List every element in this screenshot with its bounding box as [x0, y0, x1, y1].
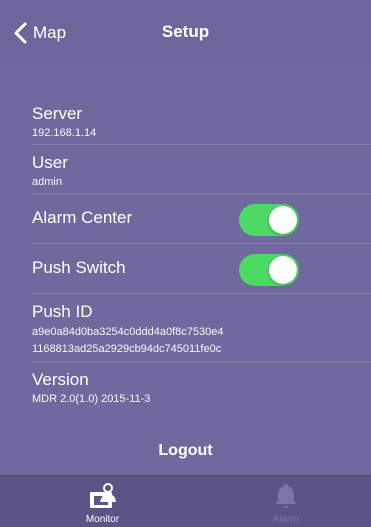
- version-label: Version: [32, 370, 89, 389]
- monitor-person-icon: [89, 483, 116, 508]
- bell-icon: [274, 484, 297, 508]
- version-row: Version MDR 2.0(1.0) 2015-11-3: [32, 362, 371, 417]
- push-id-line-1: a9e0a84d0ba3254c0ddd4a0f8c7530e4: [32, 326, 224, 338]
- user-row[interactable]: User admin: [32, 145, 371, 194]
- alarm-center-toggle[interactable]: [239, 204, 299, 236]
- tab-monitor[interactable]: Monitor: [10, 476, 195, 527]
- page-title: Setup: [161, 22, 210, 41]
- push-switch-row: Push Switch: [32, 244, 371, 294]
- push-switch-label: Push Switch: [32, 258, 126, 277]
- push-id-label: Push ID: [32, 302, 93, 321]
- section-header-spacer: [0, 64, 371, 96]
- server-row[interactable]: Server 192.168.1.14: [32, 96, 371, 145]
- toggle-knob: [269, 206, 297, 234]
- user-value: admin: [32, 176, 62, 188]
- server-value: 192.168.1.14: [32, 127, 97, 139]
- alarm-center-row: Alarm Center: [32, 194, 371, 244]
- tab-alarm[interactable]: Alarm: [193, 476, 371, 527]
- navigation-bar: Map Setup: [0, 0, 371, 64]
- push-switch-toggle[interactable]: [239, 254, 299, 286]
- server-label: Server: [32, 104, 83, 123]
- tab-bar: Monitor Alarm: [0, 475, 371, 527]
- version-value: MDR 2.0(1.0) 2015-11-3: [32, 393, 151, 405]
- push-id-row[interactable]: Push ID a9e0a84d0ba3254c0ddd4a0f8c7530e4…: [32, 294, 371, 362]
- settings-list: Server 192.168.1.14 User admin Alarm Cen…: [0, 96, 371, 417]
- tab-monitor-label: Monitor: [85, 514, 120, 525]
- push-id-value: a9e0a84d0ba3254c0ddd4a0f8c7530e4 1168813…: [32, 324, 352, 358]
- push-id-line-2: 1168813ad25a2929cb94dc745011fe0c: [32, 343, 222, 355]
- alarm-center-label: Alarm Center: [32, 208, 133, 227]
- tab-alarm-label: Alarm: [272, 514, 299, 525]
- toggle-knob: [269, 256, 297, 284]
- logout-button[interactable]: Logout: [0, 433, 371, 469]
- user-label: User: [32, 153, 68, 172]
